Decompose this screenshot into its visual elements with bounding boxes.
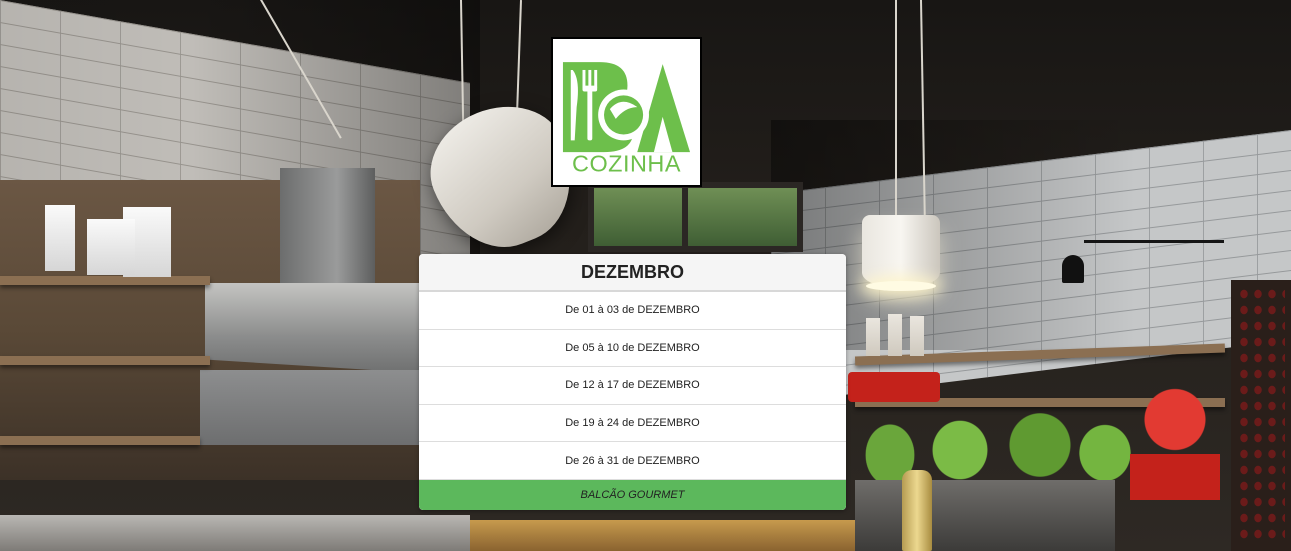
balcao-gourmet-button[interactable]: BALCÃO GOURMET <box>419 479 846 510</box>
jars <box>866 312 926 356</box>
lamp-cable <box>895 0 897 215</box>
countertop <box>0 515 470 551</box>
right-wall-shade <box>771 120 1291 350</box>
bowls <box>45 205 175 277</box>
kitchen-island <box>470 520 890 551</box>
month-title: DEZEMBRO <box>419 254 846 292</box>
week-list: De 01 à 03 de DEZEMBRO De 05 à 10 de DEZ… <box>419 292 846 480</box>
week-link[interactable]: De 26 à 31 de DEZEMBRO <box>419 442 846 480</box>
steel-cabinet <box>200 370 420 445</box>
hood-chimney <box>280 168 375 288</box>
herb-plants <box>850 395 1140 490</box>
range-hood <box>205 283 420 373</box>
week-link[interactable]: De 05 à 10 de DEZEMBRO <box>419 329 846 368</box>
red-scale <box>1130 385 1220 500</box>
wall-lamp <box>1062 255 1084 283</box>
schedule-panel: DEZEMBRO De 01 à 03 de DEZEMBRO De 05 à … <box>419 254 846 510</box>
oil-bottle <box>902 470 932 551</box>
pendant-lamp <box>862 215 940 291</box>
wall-lamp-arm <box>1084 240 1224 243</box>
brand-logo-wordmark: COZINHA <box>572 151 681 175</box>
week-link[interactable]: De 19 à 24 de DEZEMBRO <box>419 404 846 443</box>
planter <box>855 480 1115 551</box>
shelf <box>0 276 210 285</box>
shelf <box>0 436 200 445</box>
kitchen-window <box>588 182 803 252</box>
brand-logo[interactable]: COZINHA <box>551 37 702 187</box>
brand-logo-graphic: COZINHA <box>562 62 691 175</box>
shelf <box>0 356 210 365</box>
week-link[interactable]: De 12 à 17 de DEZEMBRO <box>419 367 846 405</box>
wine-rack <box>1231 280 1291 551</box>
week-link[interactable]: De 01 à 03 de DEZEMBRO <box>419 292 846 330</box>
